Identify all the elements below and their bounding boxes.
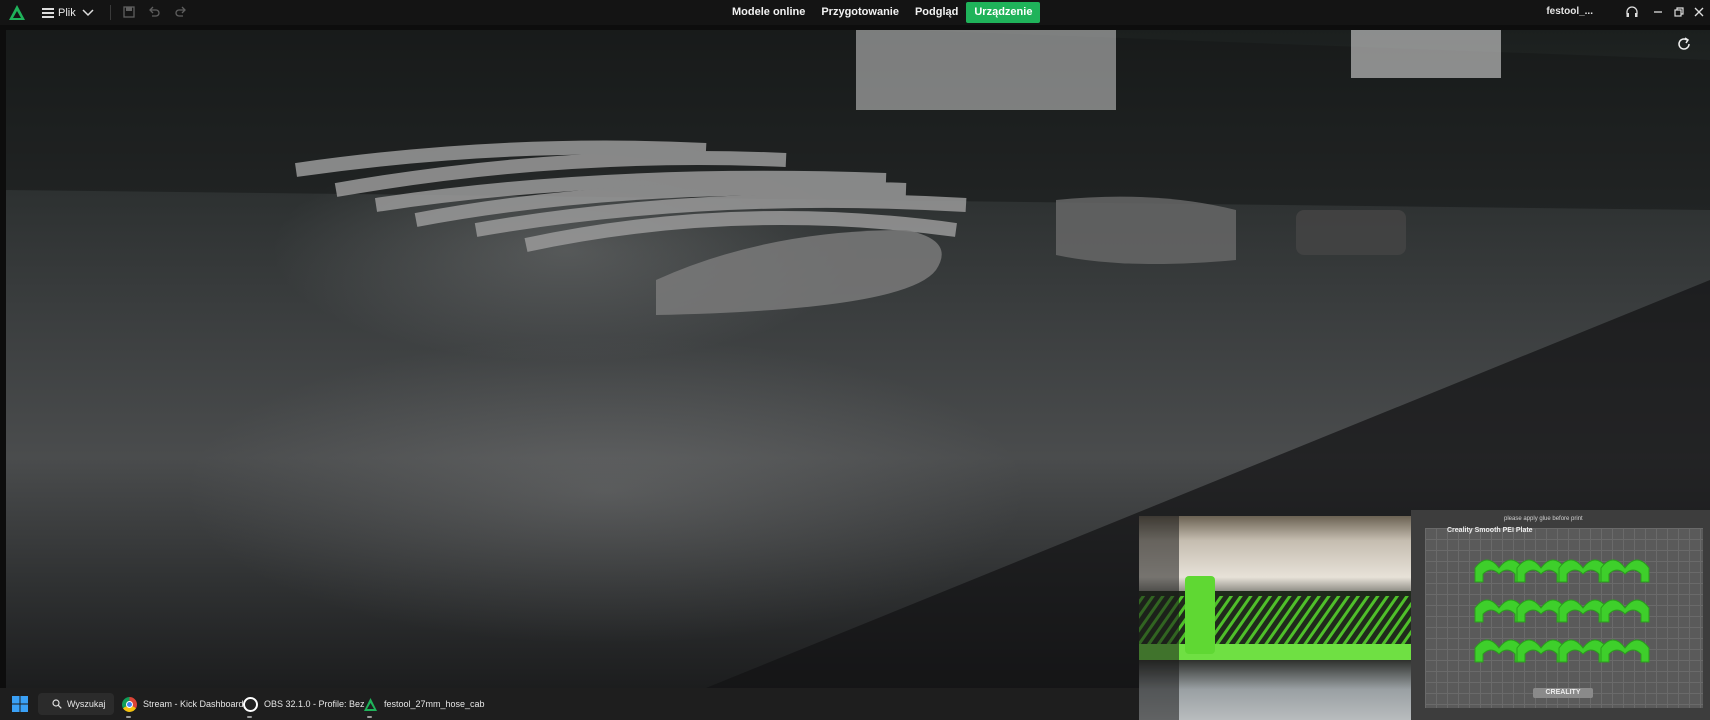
headset-icon[interactable] (1625, 5, 1639, 19)
taskbar-item-chrome[interactable]: Stream - Kick Dashboard (122, 695, 244, 718)
refresh-icon[interactable] (1676, 36, 1692, 52)
creality-logo-icon (9, 5, 25, 20)
running-indicator (247, 716, 252, 718)
closeup-scene-image (1139, 516, 1411, 720)
project-name: festool_... (1546, 6, 1593, 17)
undo-icon[interactable] (147, 5, 161, 19)
restore-icon[interactable] (1672, 5, 1686, 19)
plate-note: please apply glue before print (1504, 516, 1583, 522)
creality-print-icon (364, 697, 377, 711)
windows-start-icon[interactable] (12, 696, 28, 712)
tab-device[interactable]: Urządzenie (966, 2, 1041, 23)
file-menu-button[interactable]: Plik (42, 4, 76, 21)
plate-preview-overlay: please apply glue before print Creality … (1411, 510, 1710, 720)
toolbar-divider (110, 5, 111, 20)
tab-online-models[interactable]: Modele online (724, 2, 813, 23)
close-icon[interactable] (1692, 5, 1706, 19)
taskbar: Wyszukaj Stream - Kick Dashboard OBS 32.… (0, 688, 1139, 720)
closeup-camera-overlay (1139, 516, 1411, 720)
taskbar-item-obs[interactable]: OBS 32.1.0 - Profile: Bez (243, 695, 365, 718)
brand-label: CREALITY (1533, 688, 1593, 698)
taskbar-item-label: festool_27mm_hose_cab (384, 699, 485, 709)
taskbar-item-label: OBS 32.1.0 - Profile: Bez (264, 699, 365, 709)
build-plate (1425, 528, 1703, 708)
plate-name: Creality Smooth PEI Plate (1447, 527, 1533, 534)
minimize-icon[interactable] (1651, 5, 1665, 19)
taskbar-search[interactable]: Wyszukaj (38, 693, 114, 715)
save-icon[interactable] (122, 5, 136, 19)
tab-prepare[interactable]: Przygotowanie (813, 2, 907, 23)
search-icon (52, 699, 62, 709)
taskbar-item-creality-print[interactable]: festool_27mm_hose_cab (363, 695, 485, 718)
search-label: Wyszukaj (67, 699, 106, 709)
obs-icon (243, 696, 258, 712)
running-indicator (367, 716, 372, 718)
file-menu-label: Plik (58, 6, 76, 19)
running-indicator (126, 716, 131, 718)
tab-preview[interactable]: Podgląd (907, 2, 966, 23)
printed-parts-image (1474, 559, 1650, 663)
taskbar-item-label: Stream - Kick Dashboard (143, 699, 244, 709)
chrome-icon (122, 696, 137, 712)
hamburger-icon (42, 7, 54, 18)
title-bar: Plik Modele online Przygotowanie Podgląd… (0, 0, 1710, 25)
main-tabs: Modele online Przygotowanie Podgląd Urzą… (724, 2, 1041, 23)
redo-icon[interactable] (174, 5, 188, 19)
chevron-down-icon[interactable] (82, 6, 94, 18)
